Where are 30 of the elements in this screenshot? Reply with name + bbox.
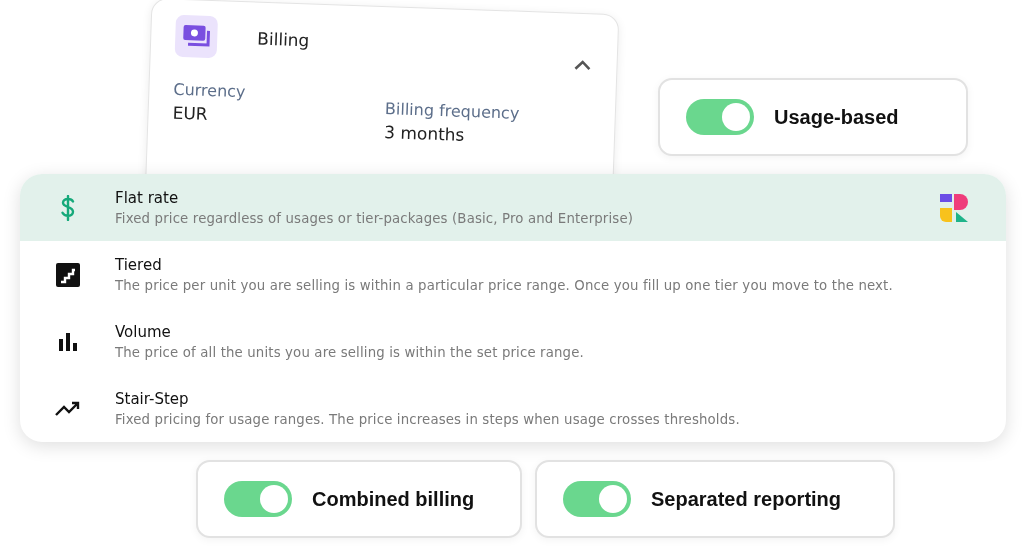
pricing-option[interactable]: Stair-Step Fixed pricing for usage ranges. The price increases in steps when usage crosses thresholds. — [20, 375, 1006, 442]
field-label: Currency — [173, 79, 246, 102]
option-title: Tiered — [115, 256, 163, 274]
chevron-up-icon[interactable] — [572, 57, 593, 73]
option-description: The price per unit you are selling is within a particular price range. Once you fill up one tier you move to the next. — [115, 278, 894, 293]
pricing-option[interactable]: Flat rate Fixed price regardless of usages or tier-packages (Basic, Pro and Enterprise) — [20, 174, 1006, 241]
toggle-label: Usage-based — [774, 105, 899, 129]
option-description: Fixed pricing for usage ranges. The price increases in steps when usage crosses thresholds. — [115, 412, 741, 427]
toggle-switch[interactable] — [563, 481, 631, 517]
toggle-switch[interactable] — [224, 481, 292, 517]
toggle-label: Separated reporting — [651, 487, 842, 511]
card-title: Billing — [256, 28, 311, 53]
toggle-switch[interactable] — [686, 99, 754, 135]
field-label: Billing frequency — [384, 99, 520, 123]
dollar-icon — [59, 194, 76, 221]
option-title: Flat rate — [115, 189, 180, 207]
option-title: Stair-Step — [115, 390, 190, 408]
trending-up-icon — [54, 400, 81, 417]
field-value: EUR — [172, 102, 209, 126]
toggle-label: Combined billing — [312, 487, 475, 511]
option-title: Volume — [115, 323, 172, 341]
field-value: 3 months — [383, 122, 466, 147]
pricing-option[interactable]: Tiered The price per unit you are selling is within a particular price range. Once you fill up one tier you move to the next. — [20, 241, 1006, 308]
option-description: Fixed price regardless of usages or tier-packages (Basic, Pro and Enterprise) — [115, 211, 635, 226]
money-icon — [174, 14, 219, 59]
option-description: The price of all the units you are selling is within the set price range. — [115, 345, 585, 360]
stairs-icon — [55, 262, 80, 287]
logo-icon — [938, 191, 970, 224]
pricing-option[interactable]: Volume The price of all the units you are selling is within the set price range. — [20, 308, 1006, 375]
bar-chart-icon — [57, 332, 78, 351]
